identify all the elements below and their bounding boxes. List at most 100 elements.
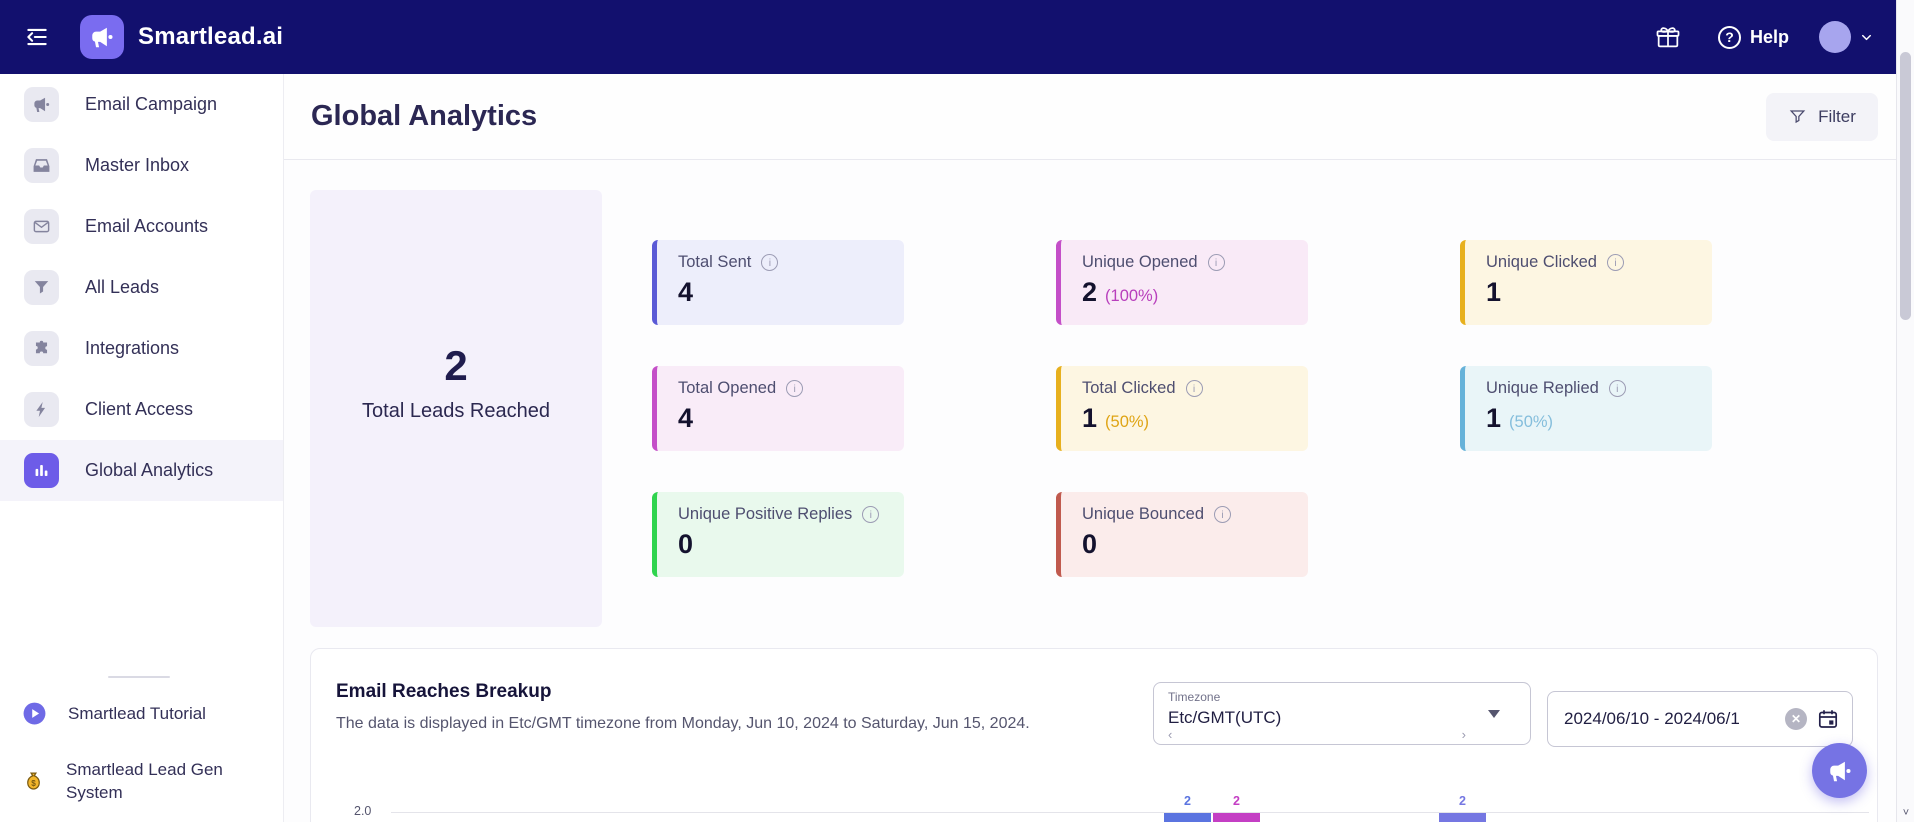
bar-value-label: 2 (1233, 794, 1240, 808)
stat-card-unique-clicked: Unique Clicked 1 (1460, 240, 1712, 325)
smartlead-fab-megaphone-icon[interactable] (1812, 743, 1867, 798)
stat-cards-grid: Total Sent 4 Unique Opened 2 (100%) Uniqu… (652, 240, 1712, 577)
chart-bar[interactable] (1213, 813, 1260, 822)
sidebar-item-leadgen-system[interactable]: $ Smartlead Lead Gen System (22, 758, 236, 804)
sidebar-item-label: Smartlead Lead Gen System (66, 760, 223, 802)
help-label: Help (1749, 26, 1789, 47)
stat-card-unique-opened: Unique Opened 2 (100%) (1056, 240, 1308, 325)
sidebar-item-global-analytics[interactable]: Global Analytics (0, 440, 283, 501)
sidebar-item-email-accounts[interactable]: Email Accounts (0, 196, 283, 257)
chart-gridline (391, 812, 1869, 813)
stat-card-unique-positive-replies: Unique Positive Replies 0 (652, 492, 904, 577)
info-icon[interactable] (786, 380, 804, 397)
main-content: Global Analytics Filter 2 Total Leads Re… (284, 74, 1896, 822)
stat-value: 1 (1486, 277, 1502, 307)
scrollbar-thumb[interactable] (1900, 52, 1911, 320)
vertical-scrollbar[interactable]: ˅ (1896, 0, 1914, 822)
envelope-icon (24, 209, 59, 244)
stat-label: Unique Positive Replies (678, 505, 853, 523)
stat-card-total-clicked: Total Clicked 1 (50%) (1056, 366, 1308, 451)
avatar[interactable] (1819, 21, 1851, 53)
help-button[interactable]: ? Help (1717, 25, 1789, 49)
info-icon[interactable] (1608, 380, 1626, 397)
smartlead-logo-icon[interactable] (80, 15, 124, 59)
question-icon: ? (1717, 25, 1741, 49)
sidebar: Email Campaign Master Inbox Email Accoun… (0, 74, 284, 822)
info-icon[interactable] (1207, 254, 1225, 271)
inbox-icon (24, 148, 59, 183)
info-icon[interactable] (862, 506, 880, 523)
stat-percentage: (50%) (1509, 413, 1554, 431)
timezone-value: Etc/GMT(UTC) (1168, 708, 1282, 727)
filter-funnel-icon (1789, 110, 1806, 124)
section-subtitle: The data is displayed in Etc/GMT timezon… (336, 715, 1030, 732)
stat-label: Total Opened (678, 379, 777, 397)
filter-button[interactable]: Filter (1766, 92, 1878, 141)
smartlead-app: Smartlead.ai ? Help Email Campaign Maste… (0, 0, 1914, 822)
stat-card-total-sent: Total Sent 4 (652, 240, 904, 325)
filter-label: Filter (1818, 106, 1856, 126)
stat-percentage: (100%) (1105, 287, 1159, 305)
total-leads-inner: 2 Total Leads Reached (362, 342, 550, 423)
email-reaches-breakup-card: Email Reaches Breakup The data is displa… (310, 648, 1878, 822)
chart-bar[interactable] (1439, 813, 1486, 822)
stat-card-unique-bounced: Unique Bounced 0 (1056, 492, 1308, 577)
dropdown-caret-icon[interactable] (1488, 710, 1500, 718)
sidebar-item-email-campaign[interactable]: Email Campaign (0, 74, 283, 135)
info-icon[interactable] (1185, 380, 1203, 397)
bar-value-label: 2 (1184, 794, 1191, 808)
sidebar-item-label: Smartlead Tutorial (68, 704, 206, 723)
stat-value: 1 (1082, 403, 1098, 433)
calendar-icon[interactable] (1816, 707, 1840, 731)
bar-value-label: 2 (1459, 794, 1466, 808)
lightning-icon (24, 392, 59, 427)
gift-icon[interactable] (1652, 21, 1684, 53)
bar-chart-icon (24, 453, 59, 488)
sidebar-collapse-icon[interactable] (20, 20, 54, 54)
sidebar-item-client-access[interactable]: Client Access (0, 379, 283, 440)
megaphone-icon (24, 87, 59, 122)
info-icon[interactable] (1214, 506, 1232, 523)
stat-value: 2 (1082, 277, 1098, 307)
funnel-icon (24, 270, 59, 305)
top-navbar: Smartlead.ai ? Help (0, 0, 1914, 74)
stat-label: Unique Bounced (1082, 505, 1205, 523)
sidebar-item-label: Global Analytics (85, 460, 214, 480)
chevron-right-icon[interactable]: › (1462, 727, 1466, 742)
sidebar-item-integrations[interactable]: Integrations (0, 318, 283, 379)
info-icon[interactable] (1606, 254, 1624, 271)
date-range-input[interactable]: 2024/06/10 - 2024/06/1 ✕ (1547, 691, 1853, 747)
chevron-down-icon[interactable] (1859, 30, 1874, 45)
sidebar-item-label: Master Inbox (85, 155, 190, 175)
play-icon (23, 702, 46, 725)
money-bag-icon: $ (27, 771, 40, 790)
brand-name: Smartlead.ai (138, 23, 284, 50)
stat-card-total-opened: Total Opened 4 (652, 366, 904, 451)
chevron-left-icon[interactable]: ‹ (1168, 727, 1172, 742)
timezone-select[interactable]: Timezone Etc/GMT(UTC) ‹ › (1153, 682, 1531, 745)
sidebar-item-smartlead-tutorial[interactable]: Smartlead Tutorial (22, 701, 238, 726)
sidebar-item-master-inbox[interactable]: Master Inbox (0, 135, 283, 196)
sidebar-item-label: Client Access (85, 399, 194, 419)
stat-label: Total Clicked (1082, 379, 1176, 397)
puzzle-icon (24, 331, 59, 366)
stat-label: Unique Opened (1082, 253, 1198, 271)
info-icon[interactable] (761, 254, 779, 271)
total-leads-label: Total Leads Reached (362, 400, 550, 422)
clear-icon[interactable]: ✕ (1785, 708, 1807, 730)
stat-value: 0 (1082, 529, 1098, 559)
stat-label: Total Sent (678, 253, 752, 271)
stat-percentage: (50%) (1105, 413, 1150, 431)
date-range-value: 2024/06/10 - 2024/06/1 (1564, 709, 1740, 728)
chart-bar[interactable] (1164, 813, 1211, 822)
stat-label: Unique Clicked (1486, 253, 1597, 271)
timezone-field-label: Timezone (1168, 690, 1221, 704)
sidebar-item-label: All Leads (85, 277, 160, 297)
section-title: Email Reaches Breakup (336, 681, 552, 702)
sidebar-item-all-leads[interactable]: All Leads (0, 257, 283, 318)
page-header: Global Analytics Filter (284, 74, 1896, 160)
sidebar-item-label: Email Accounts (85, 216, 209, 236)
y-axis-tick: 2.0 (354, 804, 372, 818)
scroll-down-arrow-icon[interactable]: ˅ (1897, 804, 1914, 822)
total-leads-panel: 2 Total Leads Reached (310, 190, 602, 627)
